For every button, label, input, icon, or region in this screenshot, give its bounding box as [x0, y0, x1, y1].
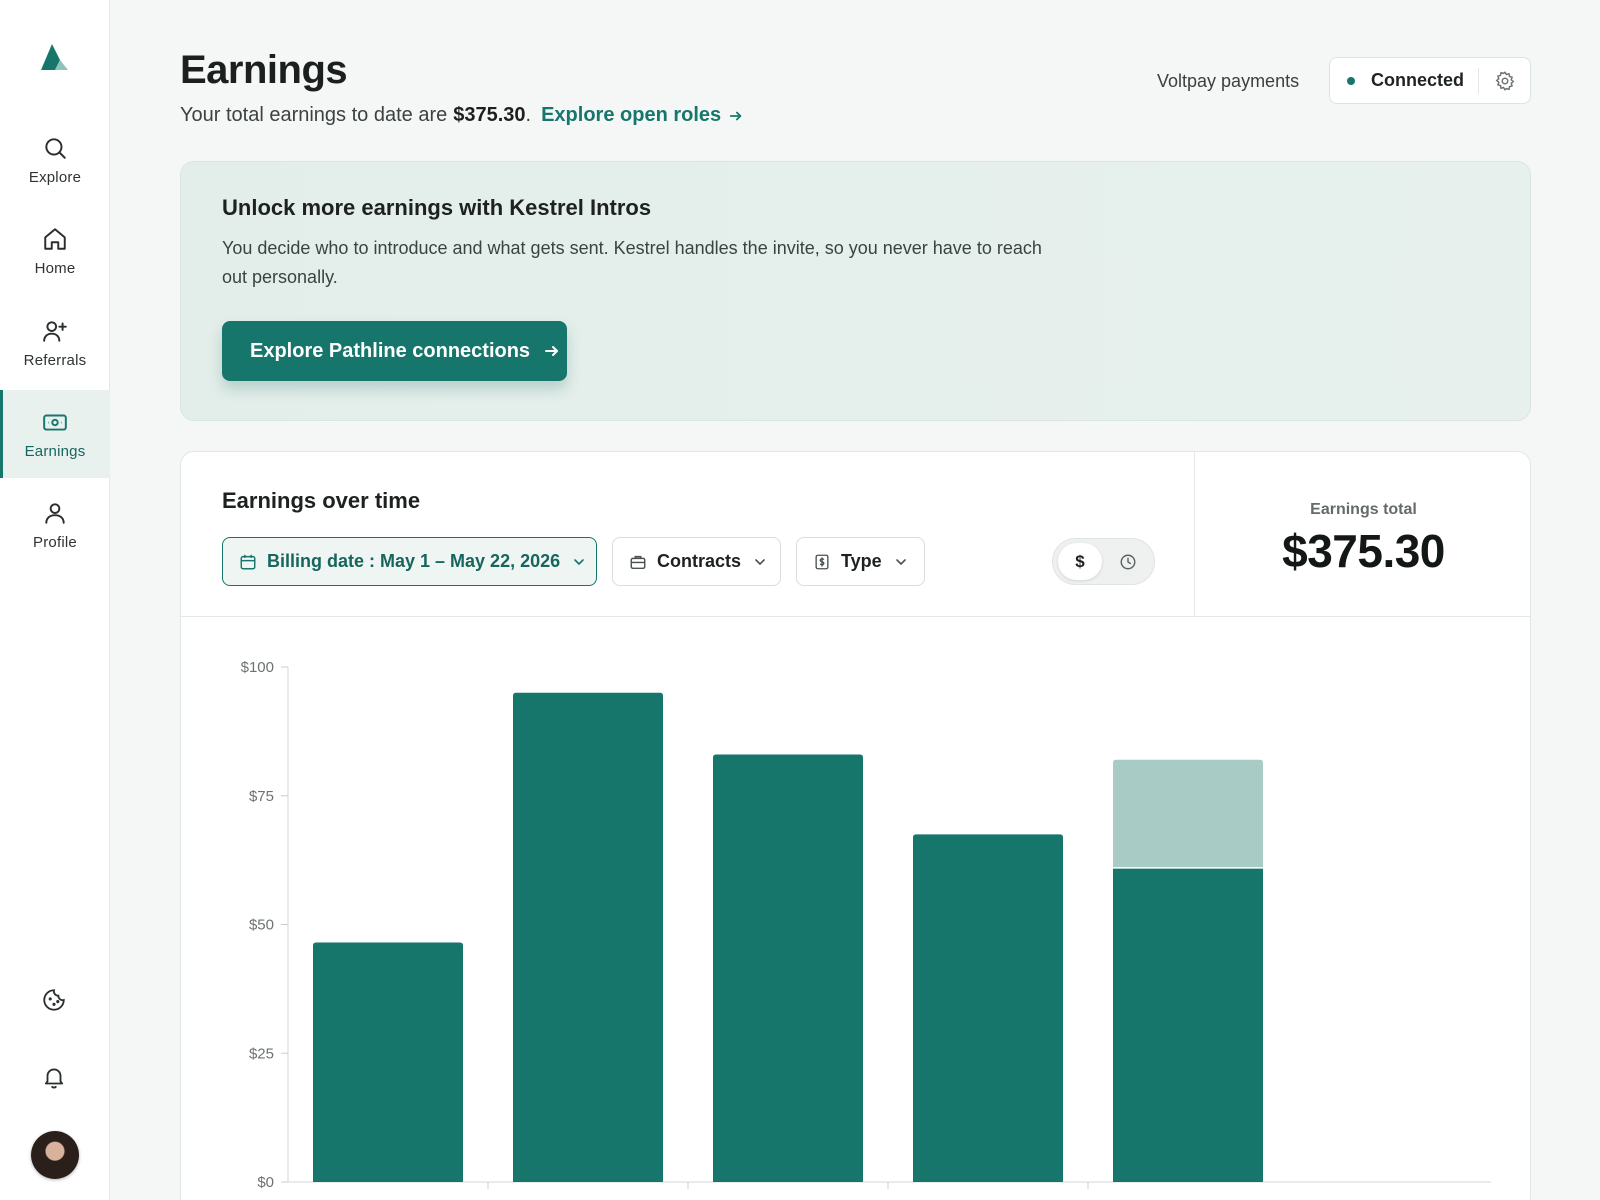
sidebar-item-label: Profile	[33, 533, 77, 551]
cookie-icon[interactable]	[41, 987, 67, 1013]
earnings-summary: Your total earnings to date are $375.30.…	[180, 104, 743, 127]
user-plus-icon	[43, 320, 67, 342]
arrow-right-icon	[545, 346, 559, 356]
bar-segment	[1113, 759, 1263, 868]
sidebar-item-label: Earnings	[24, 442, 86, 460]
bar-segment	[1113, 867, 1263, 1182]
clock-icon	[1120, 554, 1136, 569]
time-toggle-option[interactable]	[1106, 543, 1150, 580]
y-tick-label: $50	[249, 917, 274, 934]
link-label: Explore open roles	[541, 104, 722, 126]
arrow-right-icon	[730, 111, 742, 120]
connection-status-box: Connected	[1329, 57, 1531, 104]
earnings-total-value: $375.30	[1282, 525, 1445, 577]
summary-prefix: Your total earnings to date are	[180, 104, 448, 126]
billing-date-filter[interactable]: Billing date : May 1 – May 22, 2026	[222, 537, 597, 586]
filter-label: Contracts	[657, 551, 742, 571]
sidebar-item-label: Explore	[28, 168, 82, 186]
y-tick-label: $100	[241, 659, 274, 676]
user-icon	[45, 502, 65, 524]
explore-connections-button[interactable]: Explore Pathline connections	[222, 321, 567, 381]
sidebar-item-earnings[interactable]: Earnings	[0, 390, 110, 478]
chart-title: Earnings over time	[222, 488, 421, 513]
button-label: Explore Pathline connections	[250, 339, 531, 362]
sidebar-item-label: Referrals	[23, 351, 87, 369]
gear-icon[interactable]	[1494, 70, 1516, 92]
sidebar-item-home[interactable]: Home	[0, 207, 110, 295]
connection-status: Connected	[1371, 70, 1465, 90]
y-tick-label: $0	[257, 1174, 274, 1191]
chevron-down-icon	[574, 558, 584, 565]
explore-open-roles-link[interactable]: Explore open roles	[541, 104, 743, 127]
type-filter[interactable]: Type	[796, 537, 925, 586]
bar-segment	[513, 692, 663, 1182]
dollar-note-icon	[815, 554, 829, 569]
calendar-icon	[240, 554, 256, 569]
sidebar: Explore Home Referrals Earnings Profile	[0, 0, 110, 1200]
bell-icon[interactable]	[41, 1064, 67, 1090]
earnings-bar-chart: $0 $25 $50 $75 $100	[241, 659, 1491, 1191]
avatar[interactable]	[31, 1131, 79, 1179]
divider	[1478, 67, 1480, 94]
bar-segment	[713, 754, 863, 1182]
filter-label: Billing date : May 1 – May 22, 2026	[267, 551, 561, 571]
status-dot	[1347, 76, 1355, 85]
dollar-toggle-option[interactable]: $	[1058, 543, 1102, 580]
page-title: Earnings	[180, 48, 348, 92]
briefcase-icon	[630, 555, 646, 569]
banknote-icon	[43, 414, 67, 431]
sidebar-item-referrals[interactable]: Referrals	[0, 299, 110, 387]
promo-title: Unlock more earnings with Kestrel Intros	[222, 195, 652, 220]
home-icon	[44, 227, 66, 250]
earnings-total-label: Earnings total	[1310, 501, 1417, 518]
promo-banner: Unlock more earnings with Kestrel Intros…	[180, 161, 1531, 421]
promo-text: You decide who to introduce and what get…	[222, 238, 1042, 287]
earnings-chart-card: Earnings over time Billing date : May 1 …	[180, 451, 1531, 1200]
summary-period: .	[525, 104, 532, 126]
sidebar-item-explore[interactable]: Explore	[0, 116, 110, 204]
search-icon	[45, 137, 66, 159]
y-tick-label: $25	[249, 1045, 274, 1062]
filter-label: Type	[841, 551, 882, 571]
contracts-filter[interactable]: Contracts	[612, 537, 781, 586]
currency-time-toggle: $	[1052, 538, 1155, 585]
sidebar-item-label: Home	[34, 259, 76, 277]
bar-segment	[913, 834, 1063, 1182]
summary-amount: $375.30	[453, 104, 526, 126]
payment-provider-label: Voltpay payments	[1157, 71, 1300, 91]
chevron-down-icon	[895, 558, 906, 565]
sidebar-item-profile[interactable]: Profile	[0, 481, 110, 569]
bar-segment	[313, 942, 463, 1182]
mountain-logo-icon[interactable]	[38, 40, 72, 72]
chevron-down-icon	[755, 558, 765, 565]
y-tick-label: $75	[249, 788, 274, 805]
